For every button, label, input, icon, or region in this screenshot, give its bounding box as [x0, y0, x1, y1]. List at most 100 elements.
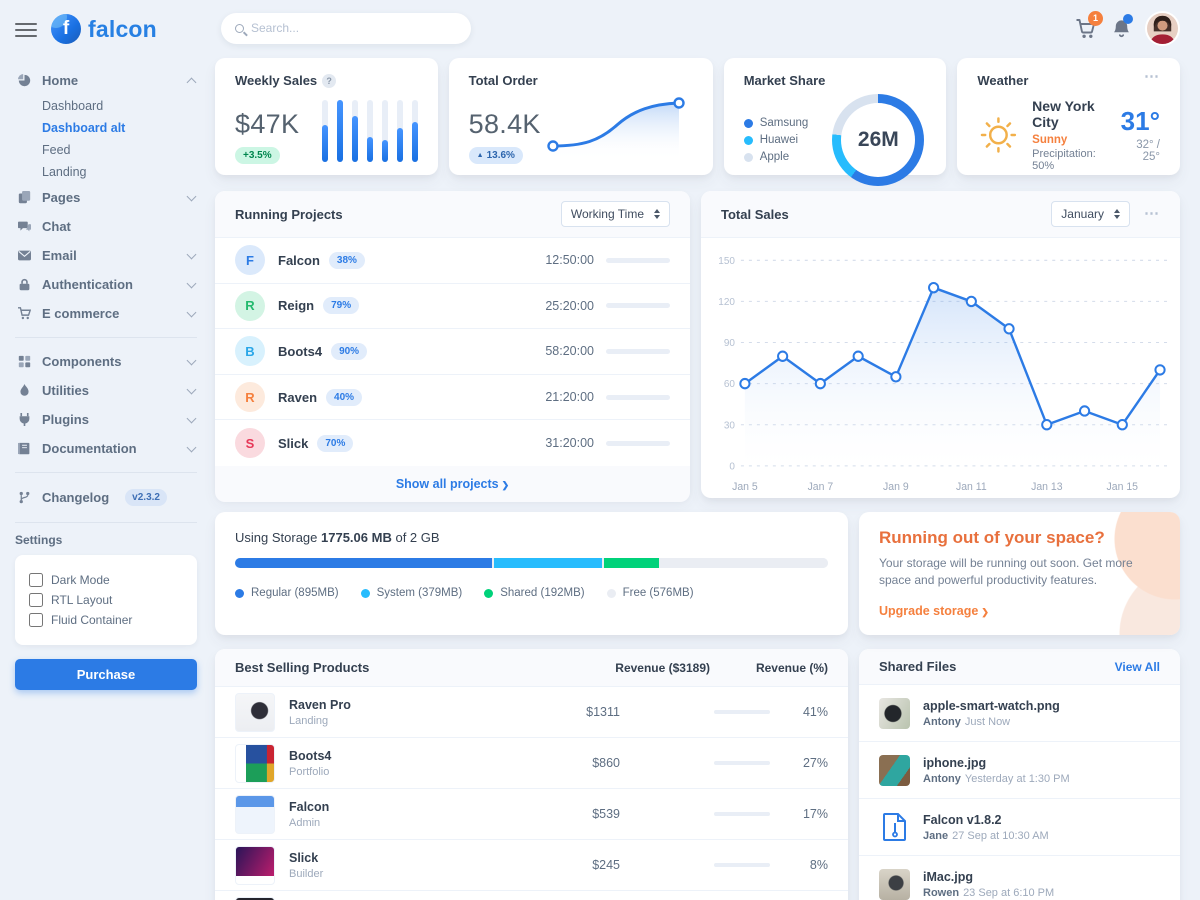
product-name[interactable]: Raven Pro — [289, 698, 351, 712]
help-icon[interactable]: ? — [322, 74, 336, 88]
working-time-select[interactable]: Working Time — [561, 201, 670, 227]
chevron-down-icon — [187, 191, 197, 201]
legend-item: Regular (895MB) — [235, 587, 339, 599]
dark-mode-toggle[interactable]: Dark Mode — [29, 573, 183, 587]
sidebar-item-chat[interactable]: Chat — [15, 212, 197, 241]
project-percent-badge: 79% — [323, 297, 359, 314]
project-progress-bar — [606, 258, 670, 263]
product-row: Falcon Admin $539 17% — [215, 789, 848, 840]
fluid-container-toggle[interactable]: Fluid Container — [29, 613, 183, 627]
sidebar-item-label: Changelog — [42, 490, 109, 505]
upgrade-storage-link[interactable]: Upgrade storage❯ — [879, 604, 989, 618]
product-price: $245 — [560, 858, 620, 872]
product-category[interactable]: Landing — [289, 715, 351, 727]
sidebar-item-dashboard-alt[interactable]: Dashboard alt — [15, 117, 197, 139]
plug-icon — [17, 413, 32, 426]
product-thumbnail — [235, 795, 275, 834]
product-name[interactable]: Slick — [289, 851, 323, 865]
checkbox-label: RTL Layout — [51, 593, 112, 607]
weekly-sales-badge: +3.5% — [235, 147, 280, 164]
user-avatar[interactable] — [1147, 13, 1178, 44]
legend-dot — [744, 136, 753, 145]
search-box[interactable] — [221, 13, 471, 44]
sidebar-item-label: Documentation — [42, 441, 178, 456]
sidebar-item-authentication[interactable]: Authentication — [15, 270, 197, 299]
sidebar-item-ecommerce[interactable]: E commerce — [15, 299, 197, 328]
brand-logo[interactable]: f falcon — [51, 14, 157, 44]
product-category[interactable]: Portfolio — [289, 766, 331, 778]
show-all-projects-link[interactable]: Show all projects❯ — [396, 477, 509, 491]
legend-dot — [484, 589, 493, 598]
product-name[interactable]: Boots4 — [289, 749, 331, 763]
month-select[interactable]: January — [1051, 201, 1130, 227]
product-name[interactable]: Falcon — [289, 800, 329, 814]
file-name[interactable]: Falcon v1.8.2 — [923, 813, 1049, 827]
product-category[interactable]: Builder — [289, 868, 323, 880]
file-author: Antony — [923, 716, 961, 728]
fluid-container-checkbox[interactable] — [29, 613, 43, 627]
card-title: Total Order — [469, 73, 693, 88]
file-thumbnail — [879, 755, 910, 786]
project-name[interactable]: Raven — [278, 390, 317, 405]
top-navbar: 1 — [215, 0, 1180, 56]
file-name[interactable]: iMac.jpg — [923, 870, 1054, 884]
legend-dot — [607, 589, 616, 598]
product-category[interactable]: Admin — [289, 817, 329, 829]
cart-button[interactable]: 1 — [1075, 18, 1096, 39]
sidebar-item-utilities[interactable]: Utilities — [15, 376, 197, 405]
view-all-link[interactable]: View All — [1115, 660, 1160, 674]
weather-card: Weather ⋯ New York City Sunny Precipitat… — [957, 58, 1180, 175]
sidebar-item-changelog[interactable]: Changelog v2.3.2 — [15, 482, 197, 513]
total-order-value: 58.4K — [469, 109, 541, 140]
card-title: Market Share — [744, 73, 927, 88]
svg-text:Jan 5: Jan 5 — [732, 481, 758, 493]
revenue-progress-bar — [714, 761, 770, 765]
sidebar-item-home[interactable]: Home — [15, 66, 197, 95]
file-name[interactable]: apple-smart-watch.png — [923, 699, 1060, 713]
sidebar-item-label: Authentication — [42, 277, 178, 292]
notifications-button[interactable] — [1112, 18, 1131, 39]
sidebar-item-dashboard[interactable]: Dashboard — [15, 95, 197, 117]
rtl-layout-checkbox[interactable] — [29, 593, 43, 607]
total-order-spark-chart — [541, 90, 693, 164]
project-percent-badge: 70% — [317, 435, 353, 452]
chevron-down-icon — [187, 249, 197, 259]
sidebar: f falcon Home Dashboard Dashboard alt Fe… — [0, 0, 215, 900]
file-name[interactable]: iphone.jpg — [923, 756, 1070, 770]
code-branch-icon — [17, 491, 32, 504]
sidebar-item-documentation[interactable]: Documentation — [15, 434, 197, 463]
card-menu-button[interactable]: ⋯ — [1144, 210, 1160, 218]
svg-text:60: 60 — [724, 379, 735, 390]
card-menu-button[interactable]: ⋯ — [1144, 73, 1160, 88]
rtl-layout-toggle[interactable]: RTL Layout — [29, 593, 183, 607]
file-author: Jane — [923, 830, 948, 842]
card-title: Running Projects — [235, 207, 343, 222]
total-sales-card: Total Sales January ⋯ — [701, 191, 1180, 498]
sidebar-item-feed[interactable]: Feed — [15, 139, 197, 161]
legend-item: System (379MB) — [361, 587, 463, 599]
project-name[interactable]: Slick — [278, 436, 308, 451]
search-input[interactable] — [251, 21, 457, 35]
dark-mode-checkbox[interactable] — [29, 573, 43, 587]
project-name[interactable]: Boots4 — [278, 344, 322, 359]
storage-segment — [235, 558, 492, 568]
project-progress-bar — [606, 303, 670, 308]
storage-card: Using Storage 1775.06 MB of 2 GB Regular… — [215, 512, 848, 635]
product-percent: 41% — [770, 705, 828, 719]
purchase-button[interactable]: Purchase — [15, 659, 197, 690]
svg-text:Jan 13: Jan 13 — [1031, 481, 1063, 493]
product-thumbnail — [235, 846, 275, 885]
hamburger-menu-icon[interactable] — [15, 21, 37, 37]
total-sales-line-chart: 0306090120150Jan 5Jan 7Jan 9Jan 11Jan 13… — [705, 242, 1174, 502]
project-name[interactable]: Reign — [278, 298, 314, 313]
sidebar-item-pages[interactable]: Pages — [15, 183, 197, 212]
market-share-value: 26M — [858, 128, 899, 152]
sidebar-item-components[interactable]: Components — [15, 347, 197, 376]
legend-dot — [744, 153, 753, 162]
sidebar-item-email[interactable]: Email — [15, 241, 197, 270]
sidebar-item-landing[interactable]: Landing — [15, 161, 197, 183]
project-name[interactable]: Falcon — [278, 253, 320, 268]
sidebar-item-plugins[interactable]: Plugins — [15, 405, 197, 434]
sidebar-item-label: E commerce — [42, 306, 178, 321]
file-row: iMac.jpg Rowen23 Sep at 6:10 PM — [859, 856, 1180, 900]
